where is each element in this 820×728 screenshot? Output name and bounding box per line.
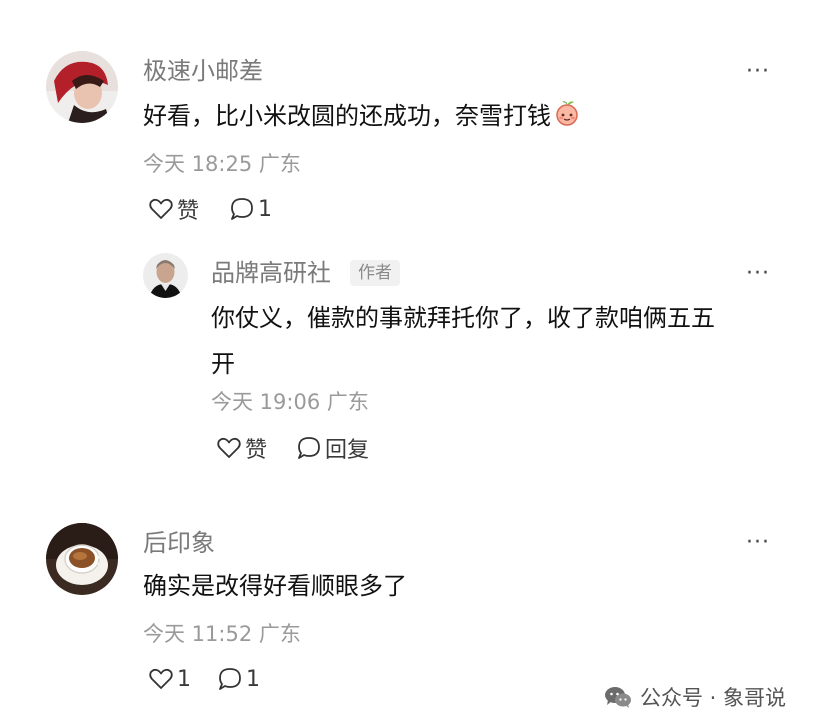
- comment-username[interactable]: 极速小邮差: [143, 56, 263, 86]
- comment-text: 确实是改得好看顺眼多了: [143, 572, 407, 600]
- avatar[interactable]: [46, 523, 118, 595]
- comment-bubble-icon: [298, 437, 320, 459]
- like-button[interactable]: 赞: [148, 194, 199, 224]
- location: 广东: [258, 622, 301, 646]
- reply-text-line1: 你仗义，催款的事就拜托你了，收了款咱俩五五: [211, 304, 715, 332]
- comment-text-body: 好看，比小米改圆的还成功，奈雪打钱: [143, 102, 551, 130]
- heart-icon: [149, 668, 173, 689]
- reply-avatar[interactable]: [143, 253, 188, 298]
- timestamp: 今天 18:25: [143, 152, 253, 176]
- like-button[interactable]: 1: [148, 664, 191, 694]
- timestamp: 今天 11:52: [143, 622, 253, 646]
- comment-meta: 今天 18:25 广东: [143, 151, 301, 177]
- more-options-button[interactable]: ···: [746, 263, 770, 285]
- reply-count: 1: [246, 666, 260, 692]
- location: 广东: [258, 152, 301, 176]
- like-label: 赞: [177, 199, 200, 224]
- like-button[interactable]: 赞: [216, 433, 267, 463]
- more-options-button[interactable]: ···: [746, 532, 770, 554]
- reply-text: 你仗义，催款的事就拜托你了，收了款咱俩五五 开: [211, 295, 791, 387]
- watermark: 公众号 · 象哥说: [604, 682, 786, 712]
- reply-count-button[interactable]: 1: [229, 194, 272, 224]
- reply-username[interactable]: 品牌高研社: [211, 258, 331, 288]
- watermark-text: 公众号 · 象哥说: [640, 686, 787, 710]
- reply-count-button[interactable]: 1: [217, 664, 260, 694]
- comment-meta: 今天 11:52 广东: [143, 621, 301, 647]
- peach-emoji-icon: [553, 96, 581, 142]
- comment-bubble-icon: [219, 668, 241, 690]
- comment-text: 好看，比小米改圆的还成功，奈雪打钱: [143, 93, 581, 142]
- wechat-icon: [605, 687, 631, 708]
- heart-icon: [149, 198, 173, 219]
- location: 广东: [326, 390, 369, 414]
- timestamp: 今天 19:06: [211, 390, 321, 414]
- reply-text-line2: 开: [211, 350, 235, 378]
- like-label: 赞: [245, 438, 268, 463]
- reply-button[interactable]: 回复: [296, 433, 369, 463]
- avatar[interactable]: [46, 51, 118, 123]
- like-count: 1: [177, 666, 191, 692]
- reply-meta: 今天 19:06 广东: [211, 389, 369, 415]
- reply-count: 1: [258, 196, 272, 222]
- heart-icon: [217, 437, 241, 458]
- more-options-button[interactable]: ···: [746, 61, 770, 83]
- comment-bubble-icon: [231, 198, 253, 220]
- reply-label: 回复: [325, 438, 370, 463]
- comment-username[interactable]: 后印象: [143, 528, 215, 558]
- author-badge: 作者: [350, 260, 400, 286]
